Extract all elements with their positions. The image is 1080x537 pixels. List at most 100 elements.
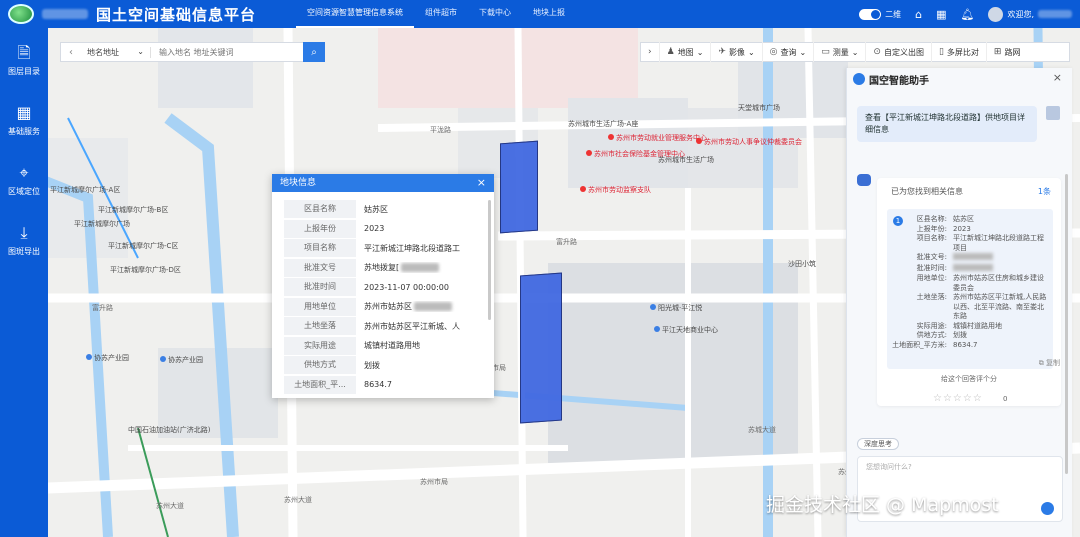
answer-value: 8634.7 <box>953 340 978 349</box>
assistant-header: 国空智能助手 × <box>847 68 1072 90</box>
chevron-left-icon[interactable]: ‹ <box>61 47 81 58</box>
map-label-road: 苏州大道 <box>156 502 184 510</box>
map-label: 平江新城摩尔广场-C区 <box>108 242 179 250</box>
location-pin-icon: ⌖ <box>19 162 29 182</box>
blurred-text <box>414 302 452 312</box>
field-value: 划拨 <box>364 360 380 370</box>
map-label-road: 富升路 <box>92 304 113 312</box>
poi-name: 苏州市劳动监察支队 <box>588 186 651 194</box>
chevron-down-icon: ⌄ <box>137 46 144 56</box>
answer-row: 供地方式: 划拨 <box>891 331 1049 341</box>
star-rating[interactable]: ☆☆☆☆☆ <box>933 393 983 404</box>
answer-row: 上报年份: 2023 <box>891 225 1049 235</box>
home-icon[interactable]: ⌂ <box>915 8 922 21</box>
search-input[interactable] <box>151 47 303 57</box>
poi-name: 协苏产业园 <box>168 356 203 364</box>
chevron-right-icon: › <box>648 47 652 57</box>
user-menu[interactable]: 欢迎您, <box>988 6 1072 22</box>
map-label-road: 苏城大道 <box>748 426 776 434</box>
popup-scrollbar[interactable] <box>488 200 491 320</box>
answer-value: 苏州市姑苏区平江新城,人民路以西、北至平流路、南至娄北东路 <box>953 293 1047 320</box>
field-value: 平江新城江坤路北段道路工 <box>364 243 460 253</box>
toolbar-query[interactable]: ◎ 查询 ⌄ <box>763 42 815 62</box>
field-label: 土地面积_平... <box>284 375 356 394</box>
answer-count: 1条 <box>1037 187 1051 196</box>
parcel-highlight-north[interactable] <box>500 140 538 234</box>
search-icon: ⌕ <box>311 46 317 58</box>
toolbar-road-network[interactable]: ⊞ 路网 <box>987 42 1028 62</box>
toolbar-measure[interactable]: ▭ 测量 ⌄ <box>814 42 867 62</box>
user-question-bubble: 查看【平江新城江坤路北段道路】供地项目详细信息 <box>857 106 1037 142</box>
tab-component-market[interactable]: 组件超市 <box>414 0 468 28</box>
sidebar-item-layers[interactable]: 🗎︎ 图层目录 <box>0 32 48 88</box>
toolbar-custom-print[interactable]: ⊙ 自定义出图 <box>866 42 932 62</box>
land-user: 苏州市姑苏区 <box>364 302 412 312</box>
popup-row: 用地单位 苏州市姑苏区 <box>284 297 486 317</box>
toolbar-label: 影像 <box>728 47 745 57</box>
close-icon[interactable]: × <box>477 174 486 192</box>
left-sidebar: 🗎︎ 图层目录 ▦ 基础服务 ⌖ 区域定位 ⤓ 图斑导出 <box>0 28 48 537</box>
popup-row: 土地面积_平... 8634.7 <box>284 375 486 395</box>
sidebar-item-region-locate[interactable]: ⌖ 区域定位 <box>0 152 48 208</box>
answer-key: 批准文号: <box>916 253 947 261</box>
header-right: 二维 ⌂ ▦ 🔔︎ 欢迎您, <box>859 0 1072 28</box>
parcel-highlight-south[interactable] <box>520 272 562 424</box>
send-button[interactable] <box>1041 502 1054 515</box>
close-icon[interactable]: × <box>1053 71 1062 84</box>
map-label: 天堂城市广场 <box>738 104 780 112</box>
answer-key: 用地单位: <box>916 274 947 282</box>
deep-think-toggle[interactable]: 深度思考 <box>857 438 899 450</box>
bell-icon[interactable]: 🔔︎ <box>960 8 974 21</box>
blurred-text <box>401 263 440 273</box>
search-button[interactable]: ⌕ <box>303 42 325 62</box>
tab-download-center[interactable]: 下载中心 <box>468 0 522 28</box>
platform-logo-icon <box>8 4 34 24</box>
search-type-value: 地名地址 <box>87 47 119 57</box>
map-label-poi: 苏州市劳动就业管理服务中心 <box>608 134 707 143</box>
copy-label: 复制 <box>1046 359 1060 367</box>
toolbar-collapse[interactable]: › <box>641 42 660 62</box>
popup-body: 区县名称 姑苏区 上报年份 2023 项目名称 平江新城江坤路北段道路工 批准文号 苏地… <box>272 192 494 395</box>
field-label: 土地坐落 <box>284 317 356 336</box>
tab-space-resource-system[interactable]: 空间资源智慧管理信息系统 <box>296 0 414 28</box>
query-icon: ◎ <box>769 47 778 57</box>
toolbar-basemap[interactable]: ♟ 地图 ⌄ <box>660 42 712 62</box>
blurred-org-name <box>42 9 88 19</box>
poi-name: 苏州市劳动人事争议仲裁委员会 <box>704 138 802 146</box>
map-label: 平江新城摩尔广场 <box>74 220 130 228</box>
search-type-select[interactable]: 地名地址 ⌄ <box>81 46 151 58</box>
answer-found-text: 已为您找到相关信息 <box>891 187 963 196</box>
field-label: 用地单位 <box>284 297 356 316</box>
answer-header: 已为您找到相关信息 1条 <box>877 178 1061 201</box>
map-label: 平江新城摩尔广场-D区 <box>110 266 181 274</box>
map-toolbar: › ♟ 地图 ⌄ ✈ 影像 ⌄ ◎ 查询 ⌄ ▭ 测量 ⌄ ⊙ 自定义出图 ▯ 多屏比对 ⊞ 路网 <box>640 42 1070 62</box>
chevron-down-icon: ⌄ <box>851 47 859 57</box>
top-header: 国土空间基础信息平台 空间资源智慧管理信息系统 组件超市 下载中心 地块上报 二… <box>0 0 1080 28</box>
toolbar-label: 查询 <box>780 47 797 57</box>
toolbar-multi-compare[interactable]: ▯ 多屏比对 <box>932 42 987 62</box>
popup-row: 批准文号 苏地拨复[ <box>284 258 486 278</box>
popup-row: 项目名称 平江新城江坤路北段道路工 <box>284 239 486 259</box>
tab-parcel-report[interactable]: 地块上报 <box>522 0 576 28</box>
assistant-input-placeholder: 您想询问什么? <box>866 463 912 471</box>
map-label: 苏州城市生活广场 <box>658 156 714 164</box>
field-value: 城镇村道路用地 <box>364 341 420 351</box>
grid-icon: ▦ <box>16 102 32 122</box>
popup-row: 上报年份 2023 <box>284 219 486 239</box>
ruler-icon: ▭ <box>821 47 830 57</box>
answer-value <box>953 263 1049 275</box>
grid-menu-icon[interactable]: ▦ <box>936 8 946 21</box>
bot-avatar-icon <box>857 174 871 186</box>
toolbar-imagery[interactable]: ✈ 影像 ⌄ <box>711 42 763 62</box>
copy-button[interactable]: ⧉ 复制 <box>1039 358 1060 368</box>
assistant-scrollbar[interactable] <box>1065 174 1068 474</box>
2d-toggle[interactable]: 二维 <box>859 8 901 20</box>
rating-value: 0 <box>1003 395 1008 403</box>
map-label-poi: 平江天地商业中心 <box>654 326 718 335</box>
map-label-poi: 协苏产业园 <box>86 354 129 363</box>
app-title: 国土空间基础信息平台 <box>96 5 257 24</box>
toolbar-label: 多屏比对 <box>946 47 979 57</box>
toggle-switch[interactable] <box>859 8 882 20</box>
sidebar-item-basic-services[interactable]: ▦ 基础服务 <box>0 92 48 148</box>
sidebar-item-export[interactable]: ⤓ 图斑导出 <box>0 212 48 268</box>
